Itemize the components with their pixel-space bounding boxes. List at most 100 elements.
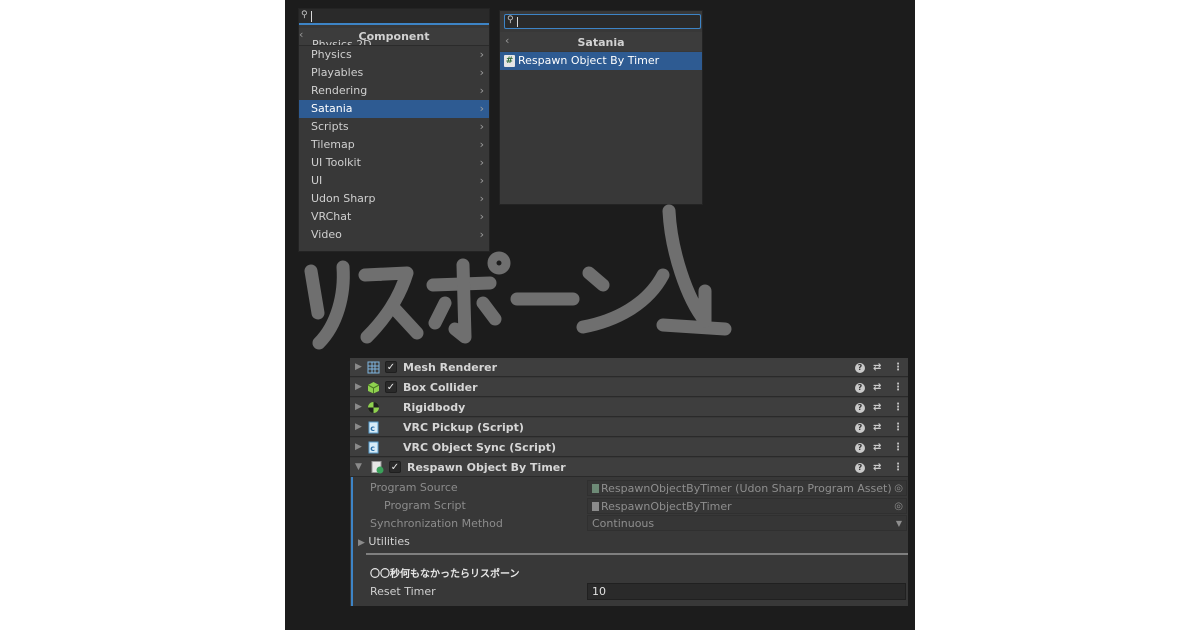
scribble-stroke (304, 264, 325, 320)
script-icon: c (368, 421, 379, 434)
rigidbody-icon (368, 402, 379, 413)
presets-icon[interactable]: ⇄ (873, 378, 881, 397)
component-name: Box Collider (403, 381, 478, 394)
object-picker-icon[interactable]: ◎ (894, 481, 903, 497)
script-icon: c (368, 441, 379, 454)
help-icon[interactable]: ? (855, 438, 865, 457)
more-options-icon[interactable]: ⋮ (893, 458, 903, 477)
more-options-icon[interactable]: ⋮ (893, 358, 903, 377)
more-options-icon[interactable]: ⋮ (893, 418, 903, 437)
foldout-expanded-icon[interactable]: ▼ (355, 458, 362, 477)
scribble-stroke (428, 296, 452, 330)
chevron-right-icon: › (479, 84, 484, 97)
foldout-collapsed-icon[interactable]: ▶ (355, 438, 362, 457)
component-name: VRC Pickup (Script) (403, 421, 524, 434)
menu-item[interactable]: UI › (299, 172, 489, 190)
udon-script-icon (371, 461, 384, 474)
program-script-field[interactable]: RespawnObjectByTimer ◎ (587, 498, 907, 514)
component-header[interactable]: ▶ ✓ Mesh Renderer? ⇄ ⋮ (350, 358, 908, 377)
help-icon[interactable]: ? (855, 378, 865, 397)
component-name: VRC Object Sync (Script) (403, 441, 557, 454)
presets-icon[interactable]: ⇄ (873, 458, 881, 477)
component-header[interactable]: ▶ c VRC Pickup (Script)? ⇄ ⋮ (350, 418, 908, 437)
presets-icon[interactable]: ⇄ (873, 398, 881, 417)
help-icon[interactable]: ? (855, 358, 865, 377)
menu-item-label: Respawn Object By Timer (518, 54, 660, 67)
component-search-field[interactable]: ⚲ (299, 9, 489, 25)
box-collider-icon (367, 382, 380, 394)
scribble-stroke (582, 266, 610, 292)
component-name: Respawn Object By Timer (407, 461, 566, 474)
presets-icon[interactable]: ⇄ (873, 438, 881, 457)
menu-item-label: Satania (311, 102, 353, 115)
sync-method-dropdown[interactable]: Continuous ▼ (587, 515, 907, 531)
satania-search-field[interactable]: ⚲ (504, 14, 701, 29)
component-tools: ? ⇄ ⋮ (855, 438, 905, 457)
handwritten-annotation (304, 204, 732, 350)
menu-item-label: Scripts (311, 120, 349, 133)
menu-item-label: Playables (311, 66, 364, 79)
satania-menu: ⚲ ‹ Satania # Respawn Object By Timer (499, 10, 703, 205)
component-name: Mesh Renderer (403, 361, 498, 374)
menu-item-label: Physics (311, 48, 352, 61)
mesh-renderer-icon (367, 361, 380, 374)
reset-timer-label: Reset Timer (370, 585, 436, 598)
dropdown-arrow-icon: ▼ (895, 519, 902, 528)
csharp-script-icon: # (504, 55, 515, 67)
object-picker-icon[interactable]: ◎ (894, 499, 903, 515)
reset-timer-input[interactable]: 10 (587, 583, 906, 600)
presets-icon[interactable]: ⇄ (873, 418, 881, 437)
foldout-collapsed-icon[interactable]: ▶ (355, 418, 362, 437)
menu-item[interactable]: Physics › (299, 46, 489, 64)
component-header[interactable]: ▼ ✓ Respawn Object By Timer? ⇄ ⋮ (350, 458, 908, 477)
foldout-collapsed-icon[interactable]: ▶ (355, 358, 362, 377)
screenshot-area: ⚲ ‹ Component Physics 2D Physics›Playabl… (285, 0, 915, 630)
menu-item-label: UI Toolkit (311, 156, 361, 169)
more-options-icon[interactable]: ⋮ (893, 378, 903, 397)
enabled-checkbox[interactable]: ✓ (389, 461, 401, 473)
search-icon: ⚲ (507, 15, 514, 25)
presets-icon[interactable]: ⇄ (873, 358, 881, 377)
menu-item-respawn-object-by-timer[interactable]: # Respawn Object By Timer (500, 52, 702, 70)
chevron-right-icon: › (479, 66, 484, 79)
component-name: Rigidbody (403, 401, 466, 414)
utilities-label: Utilities (368, 535, 410, 548)
text-caret (517, 17, 518, 27)
program-script-label: Program Script (384, 499, 466, 512)
menu-item[interactable]: UI Toolkit › (299, 154, 489, 172)
more-options-icon[interactable]: ⋮ (893, 438, 903, 457)
program-source-field[interactable]: RespawnObjectByTimer (Udon Sharp Program… (587, 480, 907, 496)
enabled-checkbox[interactable]: ✓ (385, 361, 397, 373)
section-header: 〇〇秒何もなかったらリスポーン (370, 569, 520, 580)
more-options-icon[interactable]: ⋮ (893, 398, 903, 417)
chevron-right-icon: › (479, 138, 484, 151)
chevron-right-icon: › (479, 102, 484, 115)
section-divider (366, 553, 908, 555)
menu-item[interactable]: Satania › (299, 100, 489, 118)
satania-menu-title: Satania (577, 36, 625, 49)
menu-item[interactable]: Playables › (299, 64, 489, 82)
help-icon[interactable]: ? (855, 398, 865, 417)
component-header[interactable]: ▶ ✓ Box Collider? ⇄ ⋮ (350, 378, 908, 397)
sync-method-value: Continuous (592, 517, 655, 530)
component-tools: ? ⇄ ⋮ (855, 358, 905, 377)
search-icon: ⚲ (301, 10, 308, 20)
menu-item[interactable]: Scripts › (299, 118, 489, 136)
program-source-label: Program Source (370, 481, 458, 494)
scribble-stroke (448, 258, 472, 344)
component-header[interactable]: ▶ c VRC Object Sync (Script)? ⇄ ⋮ (350, 438, 908, 457)
foldout-collapsed-icon[interactable]: ▶ (355, 378, 362, 397)
menu-item[interactable]: Tilemap › (299, 136, 489, 154)
foldout-collapsed-icon[interactable]: ▶ (355, 398, 362, 417)
menu-item-clipped[interactable]: Physics 2D (312, 39, 372, 45)
script-file-icon (592, 502, 599, 511)
menu-item-label: Rendering (311, 84, 368, 97)
component-header[interactable]: ▶ Rigidbody? ⇄ ⋮ (350, 398, 908, 417)
text-caret (311, 11, 312, 22)
enabled-checkbox[interactable]: ✓ (385, 381, 397, 393)
help-icon[interactable]: ? (855, 458, 865, 477)
foldout-arrow-icon: ▶ (358, 538, 365, 548)
help-icon[interactable]: ? (855, 418, 865, 437)
utilities-foldout[interactable]: ▶ Utilities (358, 534, 410, 551)
menu-item[interactable]: Rendering › (299, 82, 489, 100)
